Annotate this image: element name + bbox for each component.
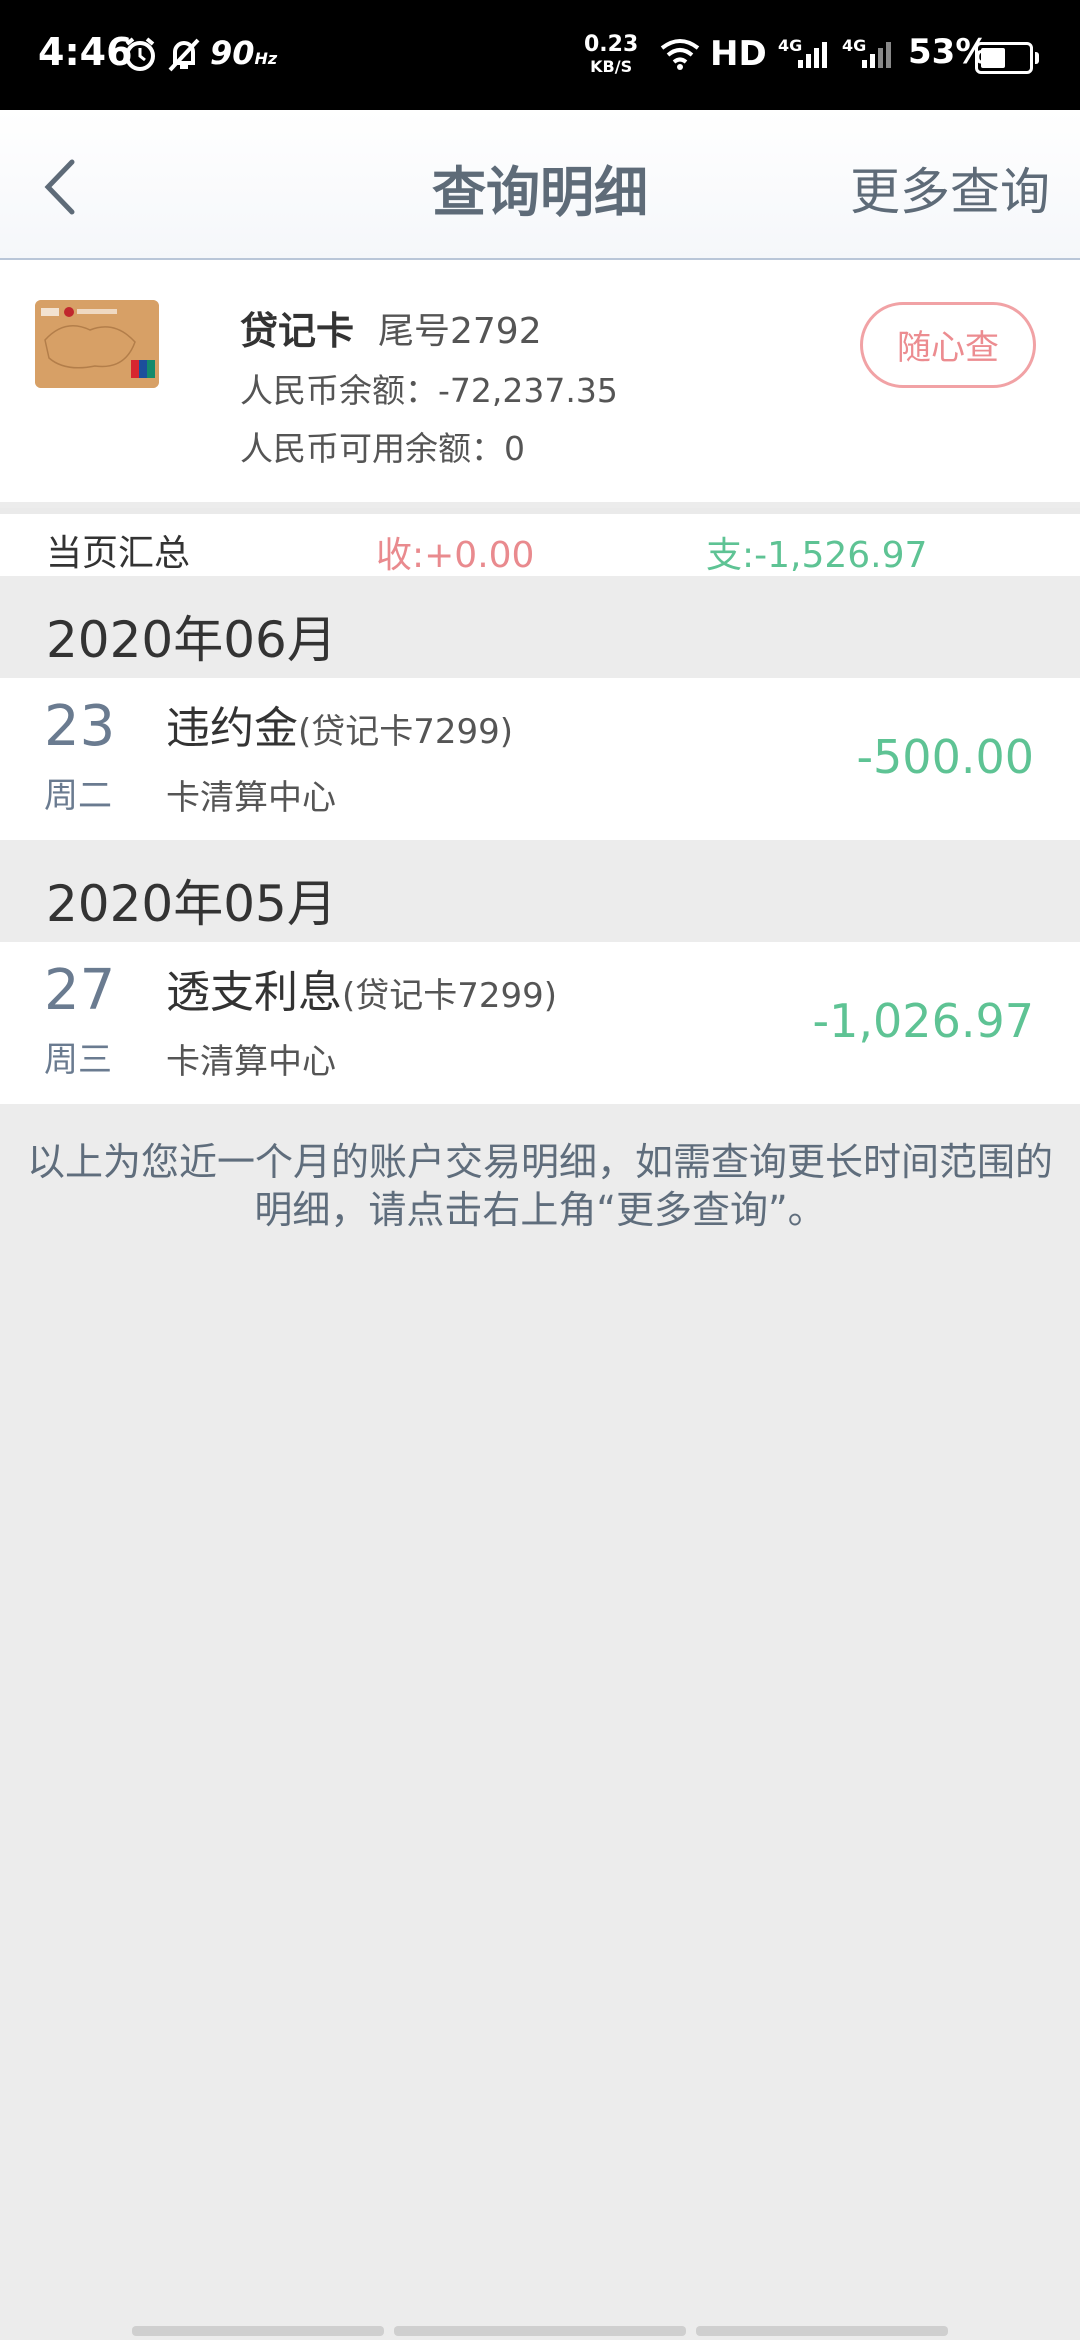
summary-expense: 支:-1,526.97 (706, 535, 928, 576)
alarm-icon (125, 37, 155, 71)
page-summary: 当页汇总 收:+0.00 支:-1,526.97 (0, 508, 1080, 582)
rmb-balance: 人民币余额：-72,237.35 (240, 371, 618, 410)
random-query-button[interactable]: 随心查 (860, 302, 1036, 388)
refresh-rate: 90Hz (210, 34, 278, 72)
txn-amount: -1,026.97 (812, 994, 1034, 1048)
card-tail-number: 尾号2792 (378, 311, 542, 352)
txn-title: 违约金(贷记卡7299) (166, 703, 514, 754)
txn-org: 卡清算中心 (166, 778, 336, 818)
mute-bell-icon (168, 38, 200, 72)
txn-weekday: 周三 (44, 1040, 112, 1080)
txn-org: 卡清算中心 (166, 1042, 336, 1082)
transaction-row[interactable]: 27 周三 透支利息(贷记卡7299) 卡清算中心 -1,026.97 (0, 942, 1080, 1104)
status-time: 4:46 (38, 30, 133, 74)
signal-icon (798, 42, 827, 68)
app-header: 查询明细 更多查询 (0, 110, 1080, 260)
transaction-row[interactable]: 23 周二 违约金(贷记卡7299) 卡清算中心 -500.00 (0, 678, 1080, 840)
nav-bar-right[interactable] (696, 2326, 948, 2336)
txn-day: 23 (44, 694, 116, 759)
month-header: 2020年06月 (0, 576, 1080, 678)
card-info: 贷记卡 尾号2792 人民币余额：-72,237.35 人民币可用余额：0 随心… (0, 260, 1080, 502)
summary-label: 当页汇总 (46, 533, 191, 574)
summary-income: 收:+0.00 (376, 535, 535, 576)
wifi-icon (660, 39, 700, 70)
net-speed: 0.23 KB/S (584, 32, 639, 77)
txn-weekday: 周二 (44, 776, 112, 816)
rmb-available-balance: 人民币可用余额：0 (240, 429, 525, 468)
month-header: 2020年05月 (0, 840, 1080, 942)
more-query-button[interactable]: 更多查询 (850, 152, 1050, 224)
hd-indicator: HD (710, 34, 767, 74)
status-bar: 4:46 90Hz 0.23 KB/S HD 4G 4G 53% (0, 0, 1080, 110)
battery-icon (975, 42, 1039, 74)
card-image (35, 300, 159, 388)
nav-bar-left[interactable] (132, 2326, 384, 2336)
txn-amount: -500.00 (856, 730, 1034, 784)
nav-bar-center[interactable] (394, 2326, 686, 2336)
history-note: 以上为您近一个月的账户交易明细，如需查询更长时间范围的明细，请点击右上角“更多查… (26, 1140, 1053, 1232)
signal-icon-2 (862, 42, 891, 68)
card-name: 贷记卡 (240, 309, 355, 353)
bottom-nav-bars (0, 2326, 1080, 2336)
txn-day: 27 (44, 958, 116, 1023)
txn-title: 透支利息(贷记卡7299) (166, 967, 558, 1018)
